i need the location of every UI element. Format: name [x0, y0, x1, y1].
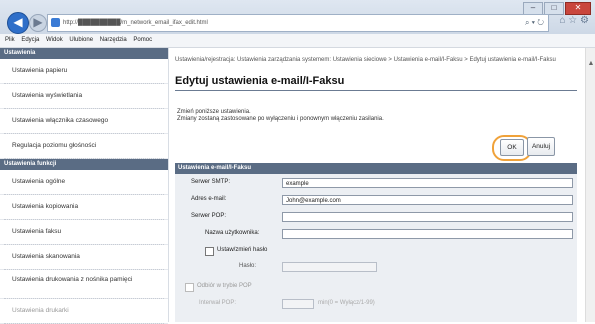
- search-icon[interactable]: ⌕ ▾ ↻: [525, 15, 544, 31]
- menu-help[interactable]: Pomoc: [133, 37, 152, 43]
- email-input[interactable]: John@example.com: [282, 195, 573, 205]
- ok-button[interactable]: OK: [500, 139, 524, 156]
- address-text: http://██████████/m_network_email_ifax_e…: [63, 20, 208, 26]
- sidebar-section-functions: Ustawienia funkcji: [0, 159, 168, 170]
- sidebar-item-scan[interactable]: Ustawienia skanowania: [0, 245, 168, 270]
- scroll-up-icon[interactable]: ▲: [586, 60, 595, 67]
- instructions: Zmień poniższe ustawienia. Zmiany zostan…: [177, 109, 384, 123]
- menu-file[interactable]: Plik: [5, 37, 15, 43]
- browser-titlebar: – □ ✕ ◀ ▶ http://██████████/m_network_em…: [0, 0, 595, 34]
- ie-page-icon: [51, 17, 60, 27]
- sidebar-item-timer[interactable]: Ustawienia włącznika czasowego: [0, 109, 168, 134]
- sidebar-item-copy[interactable]: Ustawienia kopiowania: [0, 195, 168, 220]
- scrollbar[interactable]: ▲: [585, 48, 595, 322]
- sidebar-item-display[interactable]: Ustawienia wyświetlania: [0, 84, 168, 109]
- sidebar-item-paper[interactable]: Ustawienia papieru: [0, 59, 168, 84]
- sidebar-item-printer[interactable]: Ustawienia drukarki: [0, 299, 168, 324]
- menu-tools[interactable]: Narzędzia: [100, 37, 127, 43]
- set-password-label: Ustaw/zmień hasło: [217, 247, 268, 253]
- set-password-checkbox[interactable]: [205, 247, 214, 256]
- smtp-label: Serwer SMTP:: [191, 179, 231, 185]
- instruction-line-2: Zmiany zostaną zastosowane po wyłączeniu…: [177, 116, 384, 122]
- menu-edit[interactable]: Edycja: [21, 37, 39, 43]
- email-label: Adres e-mail:: [191, 196, 227, 202]
- title-divider: [175, 90, 577, 91]
- instruction-line-1: Zmień poniższe ustawienia.: [177, 109, 251, 115]
- address-bar[interactable]: http://██████████/m_network_email_ifax_e…: [47, 14, 549, 32]
- sidebar-section-settings: Ustawienia: [0, 48, 168, 59]
- back-button[interactable]: ◀: [7, 12, 29, 34]
- home-icon[interactable]: ⌂ ☆ ⚙: [559, 15, 589, 26]
- breadcrumb: Ustawienia/rejestracja: Ustawienia zarzą…: [175, 57, 556, 63]
- pop-input[interactable]: [282, 212, 573, 222]
- panel-title: Ustawienia e-mail/I-Faksu: [175, 163, 577, 174]
- sidebar-item-volume[interactable]: Regulacja poziomu głośności: [0, 134, 168, 159]
- menu-view[interactable]: Widok: [46, 37, 63, 43]
- username-input[interactable]: [282, 229, 573, 239]
- pop-interval-hint: min(0 = Wyłącz/1-99): [318, 300, 375, 306]
- pop-label: Serwer POP:: [191, 213, 227, 219]
- sidebar-item-media-print[interactable]: Ustawienia drukowania z nośnika pamięci: [0, 270, 168, 299]
- sidebar-item-fax[interactable]: Ustawienia faksu: [0, 220, 168, 245]
- smtp-input[interactable]: example: [282, 178, 573, 188]
- password-label: Hasło:: [239, 263, 257, 269]
- pop-interval-input[interactable]: [282, 299, 314, 309]
- main-content: Ustawienia/rejestracja: Ustawienia zarzą…: [169, 48, 584, 322]
- forward-button[interactable]: ▶: [29, 14, 47, 32]
- sidebar: Ustawienia Ustawienia papieru Ustawienia…: [0, 48, 169, 324]
- pop-interval-label: Interwał POP:: [199, 300, 237, 306]
- cancel-button[interactable]: Anuluj: [527, 137, 555, 156]
- sidebar-item-general[interactable]: Ustawienia ogólne: [0, 170, 168, 195]
- password-input[interactable]: [282, 262, 377, 272]
- pop-receive-checkbox[interactable]: [185, 283, 194, 292]
- pop-receive-label: Odbiór w trybie POP: [197, 283, 252, 289]
- close-icon[interactable]: ✕: [565, 2, 591, 15]
- settings-panel: Serwer SMTP: example Adres e-mail: John@…: [175, 174, 577, 322]
- menu-favorites[interactable]: Ulubione: [69, 37, 93, 43]
- menu-bar: Plik Edycja Widok Ulubione Narzędzia Pom…: [0, 34, 595, 48]
- username-label: Nazwa użytkownika:: [205, 230, 260, 236]
- page-title: Edytuj ustawienia e-mail/I-Faksu: [175, 75, 345, 87]
